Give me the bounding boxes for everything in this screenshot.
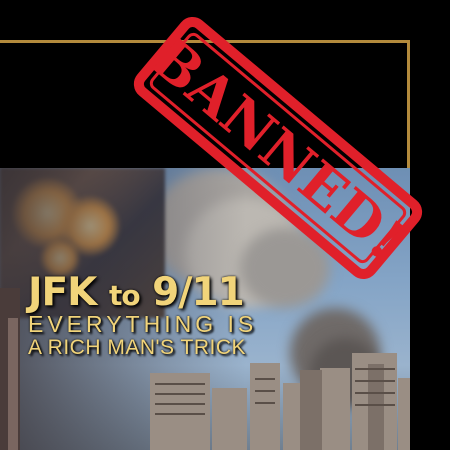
main-title: JFK to 9/11 <box>28 273 257 312</box>
title-part-jfk: JFK <box>28 270 97 315</box>
title-part-911: 9/11 <box>152 270 245 315</box>
title-connector: to <box>108 279 141 312</box>
title-block: JFK to 9/11 EVERYTHING IS A RICH MAN'S T… <box>28 273 257 359</box>
subtitle-line-2: A RICH MAN'S TRICK <box>28 336 246 360</box>
subtitle-line-1: EVERYTHING IS <box>28 311 258 337</box>
poster: JFK to 9/11 EVERYTHING IS A RICH MAN'S T… <box>0 0 450 450</box>
